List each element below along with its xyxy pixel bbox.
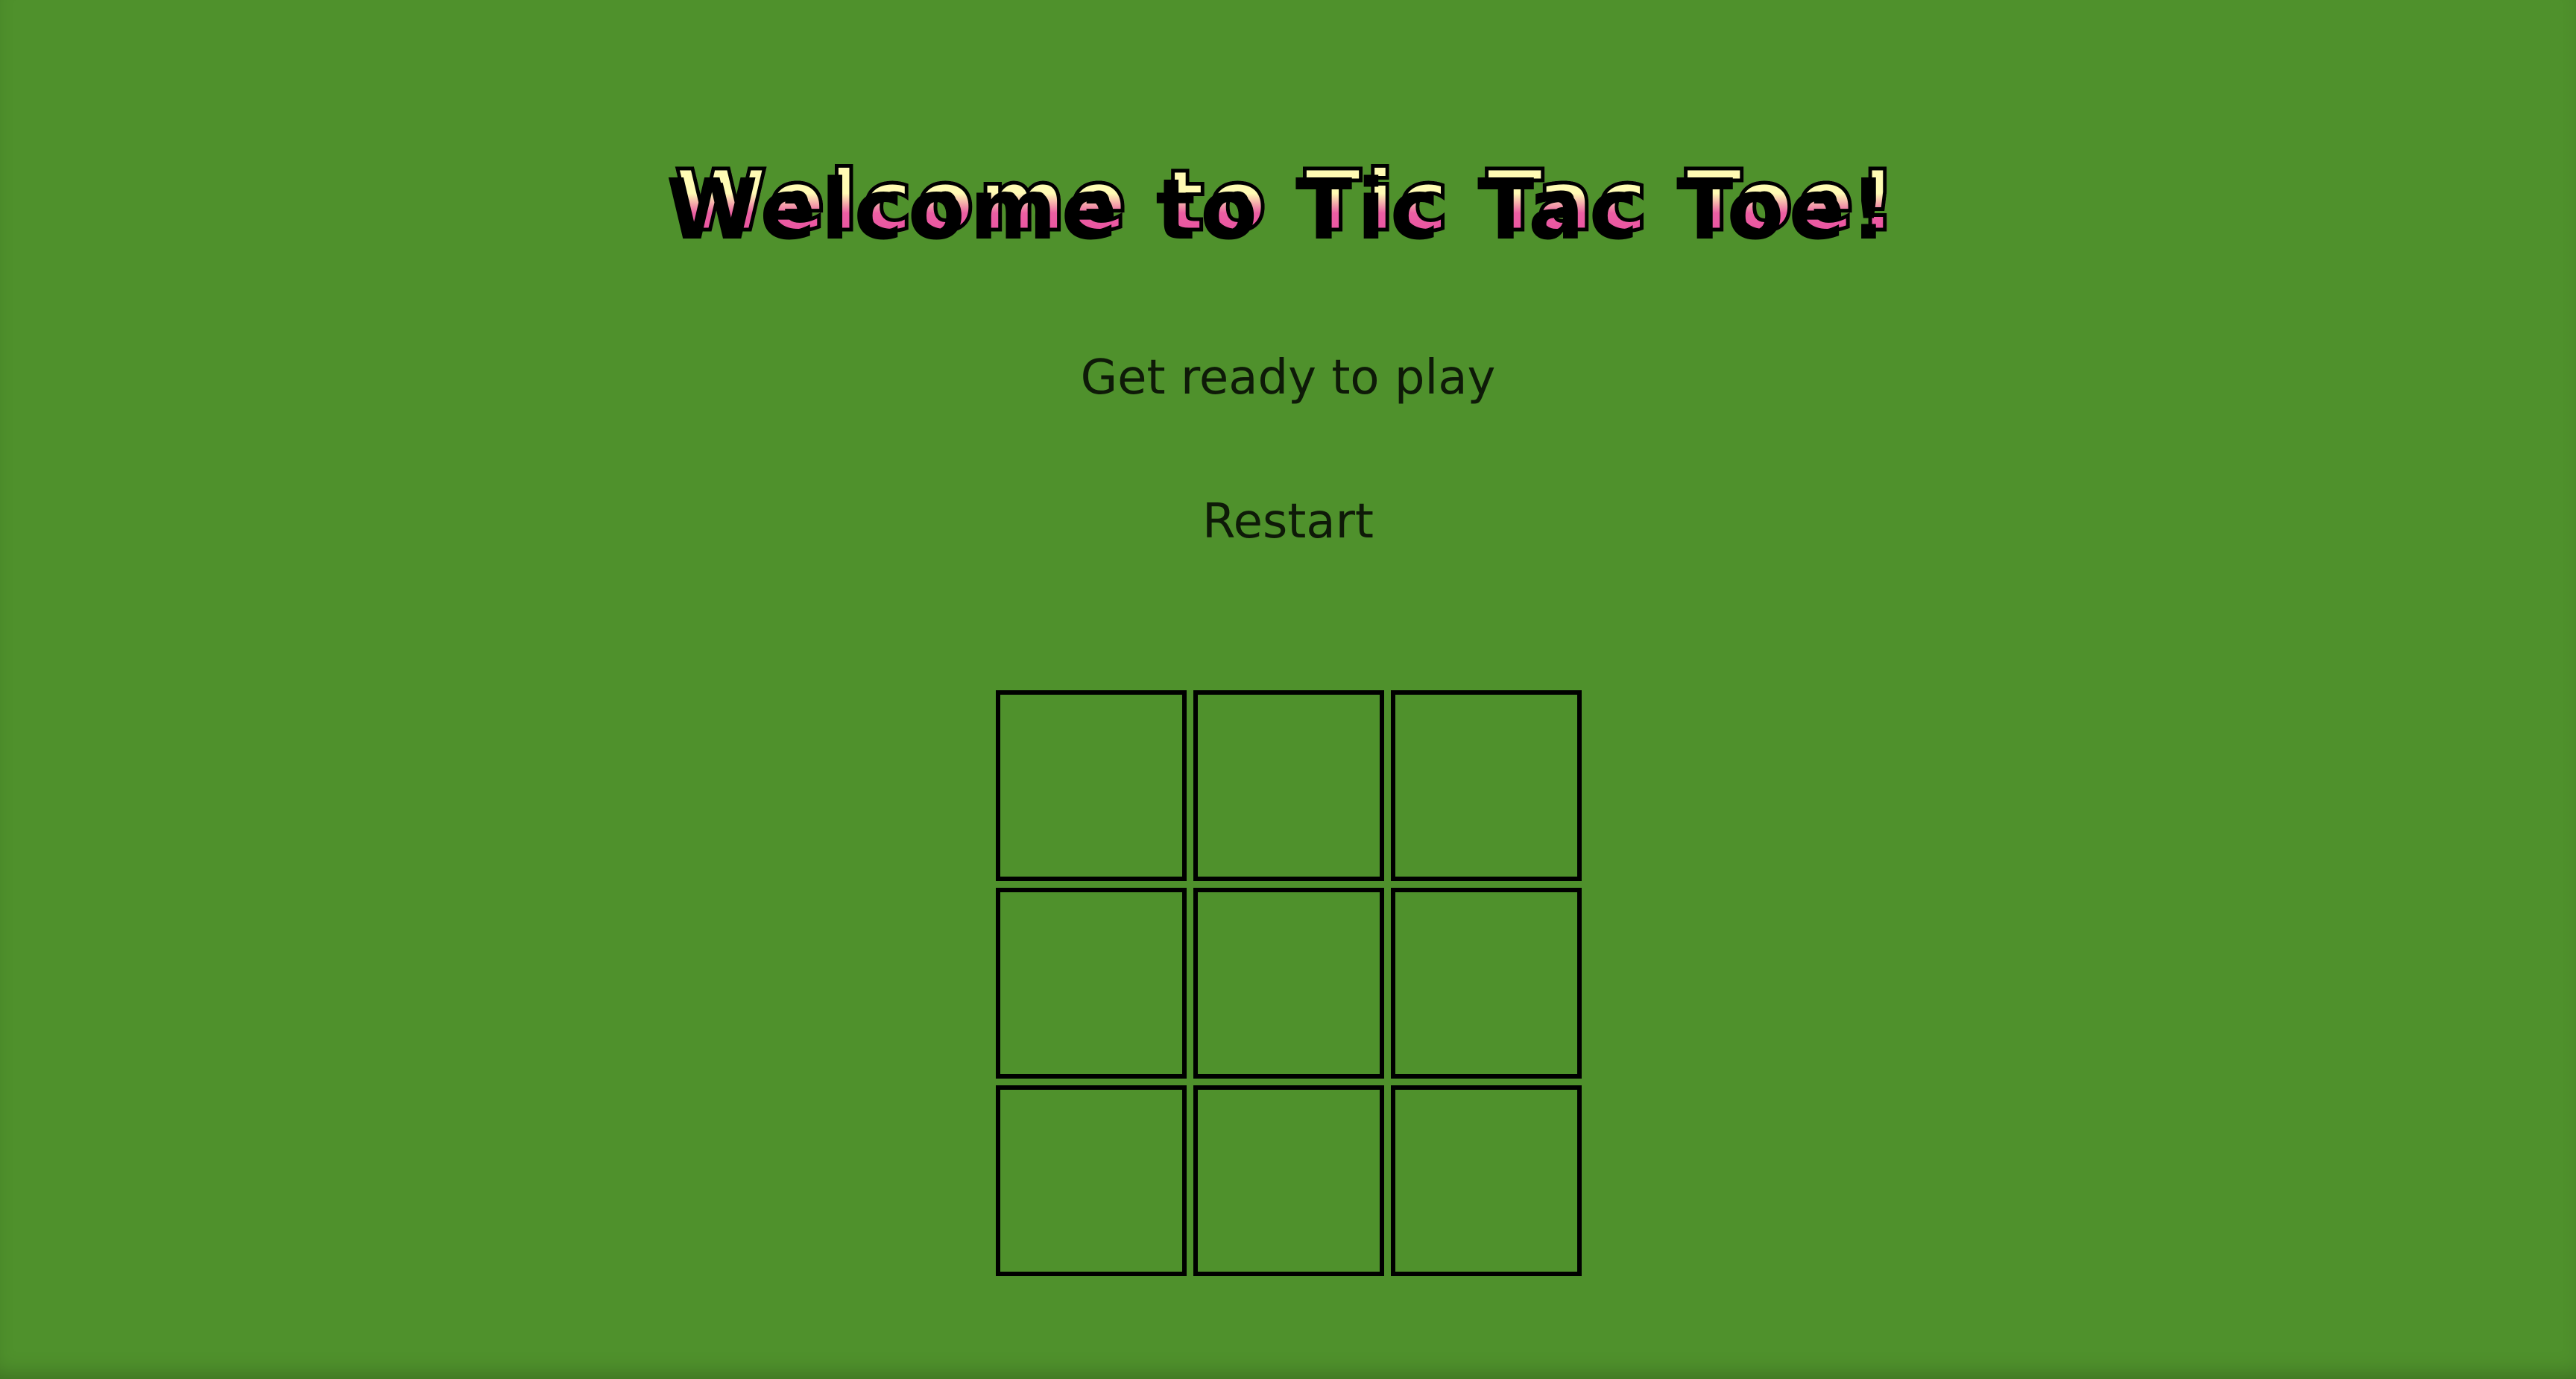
- board-cell-5[interactable]: [1193, 888, 1384, 1079]
- board-cell-4[interactable]: [996, 888, 1187, 1079]
- board-cell-3[interactable]: [1391, 690, 1582, 881]
- page-title: Welcome to Tic Tac Toe!: [0, 149, 2576, 253]
- board-cell-9[interactable]: [1391, 1085, 1582, 1276]
- board-cell-1[interactable]: [996, 690, 1187, 881]
- board-cell-8[interactable]: [1193, 1085, 1384, 1276]
- title-text: Welcome to Tic Tac Toe!: [673, 151, 1901, 252]
- board-cell-7[interactable]: [996, 1085, 1187, 1276]
- game-page: Welcome to Tic Tac Toe! Get ready to pla…: [0, 0, 2576, 1379]
- status-message: Get ready to play: [1080, 350, 1496, 406]
- game-board: [996, 690, 1582, 1276]
- board-cell-2[interactable]: [1193, 690, 1384, 881]
- board-cell-6[interactable]: [1391, 888, 1582, 1079]
- restart-button[interactable]: Restart: [1176, 485, 1400, 559]
